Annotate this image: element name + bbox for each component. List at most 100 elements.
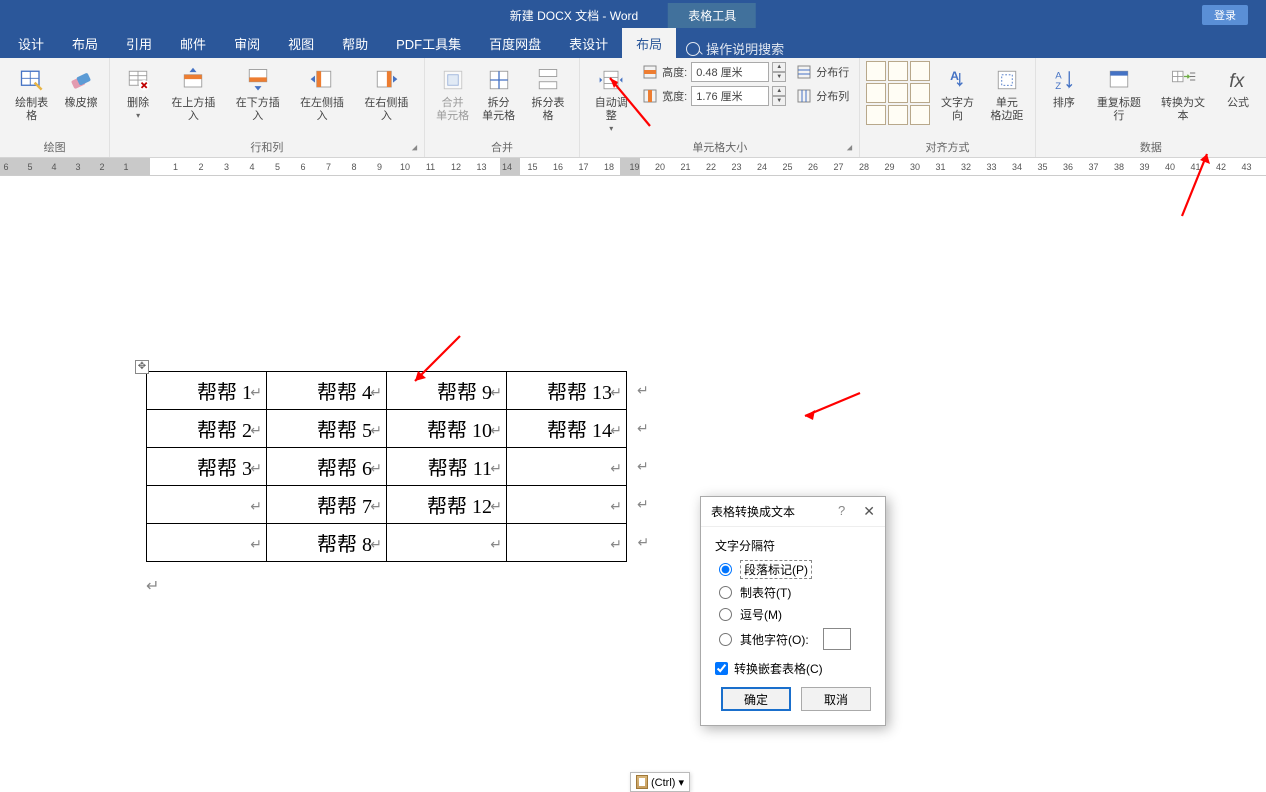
radio-paragraph[interactable]: 段落标记(P) [719, 560, 867, 579]
cancel-button[interactable]: 取消 [801, 687, 871, 711]
tab-mail[interactable]: 邮件 [166, 28, 220, 58]
convert-nested-input[interactable] [715, 662, 728, 675]
page-content: ✥ 帮帮 1↵帮帮 4↵帮帮 9↵帮帮 13↵↵帮帮 2↵帮帮 5↵帮帮 10↵… [146, 371, 650, 596]
radio-other-input[interactable] [719, 633, 732, 646]
table-cell[interactable]: 帮帮 14↵ [507, 410, 627, 448]
insert-above-button[interactable]: 在上方插入 [162, 61, 224, 123]
table-cell[interactable]: ↵ [507, 448, 627, 486]
table-cell[interactable]: ↵ [507, 486, 627, 524]
table-cell[interactable]: 帮帮 13↵ [507, 372, 627, 410]
sort-button[interactable]: AZ 排序 [1042, 61, 1086, 110]
group-data: AZ 排序 重复标题行 转换为文本 fx 公式 数据 [1036, 58, 1266, 157]
other-char-input[interactable] [823, 628, 851, 650]
table-cell[interactable]: 帮帮 12↵ [387, 486, 507, 524]
tab-references[interactable]: 引用 [112, 28, 166, 58]
tab-table-design[interactable]: 表设计 [555, 28, 622, 58]
convert-nested-check[interactable]: 转换嵌套表格(C) [715, 660, 871, 677]
formula-button[interactable]: fx 公式 [1216, 61, 1260, 110]
ok-button[interactable]: 确定 [721, 687, 791, 711]
tab-page-layout[interactable]: 布局 [58, 28, 112, 58]
delete-button[interactable]: 删除 [116, 61, 160, 120]
align-tr[interactable] [910, 61, 930, 81]
width-input[interactable]: 1.76 厘米 [691, 86, 769, 106]
align-bc[interactable] [888, 105, 908, 125]
horizontal-ruler[interactable]: 6543211234567891011121314151617181920212… [0, 158, 1266, 176]
sort-icon: AZ [1048, 64, 1080, 96]
dialog-close-button[interactable]: ✕ [863, 503, 875, 520]
tab-table-layout[interactable]: 布局 [622, 28, 676, 58]
table-cell[interactable]: ↵ [147, 486, 267, 524]
tab-help[interactable]: 帮助 [328, 28, 382, 58]
insert-right-icon [370, 64, 402, 96]
table-cell[interactable]: 帮帮 5↵ [267, 410, 387, 448]
group-alignment: A 文字方向 单元 格边距 对齐方式 [860, 58, 1036, 157]
rows-cols-dialog-launcher[interactable] [408, 141, 421, 154]
table-cell[interactable]: ↵ [147, 524, 267, 562]
word-table[interactable]: 帮帮 1↵帮帮 4↵帮帮 9↵帮帮 13↵↵帮帮 2↵帮帮 5↵帮帮 10↵帮帮… [146, 371, 650, 562]
lightbulb-icon [686, 42, 700, 56]
text-direction-button[interactable]: A 文字方向 [932, 61, 983, 123]
table-cell[interactable]: ↵ [507, 524, 627, 562]
distribute-cols-button[interactable]: 分布列 [792, 85, 853, 107]
table-cell[interactable]: 帮帮 2↵ [147, 410, 267, 448]
table-cell[interactable]: 帮帮 1↵ [147, 372, 267, 410]
radio-comma-input[interactable] [719, 608, 732, 621]
table-cell[interactable]: 帮帮 3↵ [147, 448, 267, 486]
insert-right-button[interactable]: 在右侧插入 [355, 61, 417, 123]
table-cell[interactable]: 帮帮 10↵ [387, 410, 507, 448]
table-cell[interactable]: 帮帮 4↵ [267, 372, 387, 410]
table-cell[interactable]: 帮帮 11↵ [387, 448, 507, 486]
radio-tab[interactable]: 制表符(T) [719, 584, 867, 601]
text-direction-icon: A [942, 64, 974, 96]
dialog-help-button[interactable]: ? [838, 503, 845, 520]
distribute-rows-button[interactable]: 分布行 [792, 61, 853, 83]
align-mr[interactable] [910, 83, 930, 103]
tab-baidu[interactable]: 百度网盘 [475, 28, 555, 58]
table-cell[interactable]: 帮帮 7↵ [267, 486, 387, 524]
dialog-title: 表格转换成文本 [711, 503, 795, 520]
split-table-button[interactable]: 拆分表格 [523, 61, 574, 123]
dialog-title-bar[interactable]: 表格转换成文本 ? ✕ [701, 497, 885, 527]
tell-me[interactable]: 操作说明搜索 [686, 39, 784, 58]
height-input[interactable]: 0.48 厘米 [691, 62, 769, 82]
tab-pdf[interactable]: PDF工具集 [382, 28, 475, 58]
eraser-button[interactable]: 橡皮擦 [59, 61, 103, 110]
tab-design[interactable]: 设计 [4, 28, 58, 58]
width-spinner[interactable]: ▲▼ [772, 86, 786, 106]
eraser-icon [65, 64, 97, 96]
repeat-header-button[interactable]: 重复标题行 [1088, 61, 1150, 123]
insert-below-button[interactable]: 在下方插入 [227, 61, 289, 123]
alignment-grid [866, 61, 930, 125]
clipboard-icon [636, 775, 648, 789]
radio-other[interactable]: 其他字符(O): [719, 628, 867, 650]
draw-table-button[interactable]: 绘制表格 [6, 61, 57, 123]
insert-left-button[interactable]: 在左侧插入 [291, 61, 353, 123]
height-spinner[interactable]: ▲▼ [772, 62, 786, 82]
align-tl[interactable] [866, 61, 886, 81]
row-end-mark: ↵ [627, 524, 650, 562]
table-cell[interactable]: 帮帮 6↵ [267, 448, 387, 486]
formula-icon: fx [1222, 64, 1254, 96]
table-cell[interactable]: ↵ [387, 524, 507, 562]
merge-cells-icon [437, 64, 469, 96]
paste-options-button[interactable]: (Ctrl) ▾ [630, 772, 690, 792]
convert-to-text-button[interactable]: 转换为文本 [1152, 61, 1214, 123]
tab-view[interactable]: 视图 [274, 28, 328, 58]
radio-comma[interactable]: 逗号(M) [719, 606, 867, 623]
table-cell[interactable]: 帮帮 8↵ [267, 524, 387, 562]
para-mark-after-table: ↵ [146, 576, 650, 596]
cell-size-dialog-launcher[interactable] [843, 141, 856, 154]
radio-paragraph-input[interactable] [719, 563, 732, 576]
align-bl[interactable] [866, 105, 886, 125]
contextual-tab-label: 表格工具 [668, 3, 756, 28]
align-ml[interactable] [866, 83, 886, 103]
align-br[interactable] [910, 105, 930, 125]
cell-margin-button[interactable]: 单元 格边距 [985, 61, 1029, 123]
align-tc[interactable] [888, 61, 908, 81]
align-mc[interactable] [888, 83, 908, 103]
login-button[interactable]: 登录 [1202, 5, 1248, 25]
split-cells-button[interactable]: 拆分 单元格 [477, 61, 521, 123]
tab-review[interactable]: 审阅 [220, 28, 274, 58]
document-area[interactable]: ✥ 帮帮 1↵帮帮 4↵帮帮 9↵帮帮 13↵↵帮帮 2↵帮帮 5↵帮帮 10↵… [0, 176, 1266, 705]
radio-tab-input[interactable] [719, 586, 732, 599]
